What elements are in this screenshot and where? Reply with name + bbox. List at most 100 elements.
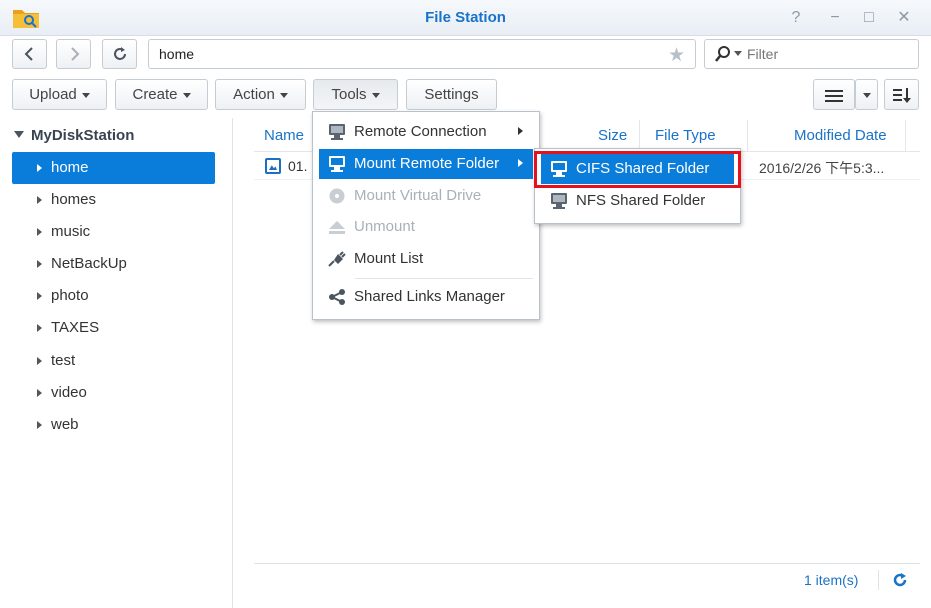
- collapse-triangle-icon[interactable]: [37, 228, 42, 236]
- sidebar-item-label: music: [51, 223, 91, 240]
- column-header-modified-date[interactable]: Modified Date: [748, 120, 906, 152]
- refresh-icon: [114, 47, 126, 60]
- list-view-icon: [825, 90, 843, 102]
- sidebar-item-photo[interactable]: photo: [12, 280, 215, 312]
- sort-button[interactable]: [884, 79, 919, 110]
- sidebar-item-music[interactable]: music: [12, 216, 215, 248]
- menu-item-unmount[interactable]: Unmount: [319, 212, 533, 242]
- column-size-label: Size: [598, 127, 628, 144]
- tree-root[interactable]: MyDiskStation: [14, 127, 134, 144]
- monitor-icon: [328, 156, 346, 172]
- collapse-triangle-icon[interactable]: [37, 292, 42, 300]
- path-text: home: [159, 46, 195, 62]
- sidebar-item-video[interactable]: video: [12, 377, 215, 409]
- column-modified-label: Modified Date: [794, 127, 887, 144]
- back-button[interactable]: [12, 39, 47, 69]
- sidebar-item-label: TAXES: [51, 319, 100, 336]
- minimize-button[interactable]: −: [825, 8, 845, 28]
- view-mode-dropdown[interactable]: [855, 79, 878, 110]
- menu-item-mount-remote-folder[interactable]: Mount Remote Folder: [319, 149, 533, 179]
- tools-menu: Remote Connection Mount Remote Folder Mo…: [312, 111, 540, 320]
- create-label: Create: [132, 86, 178, 103]
- collapse-triangle-icon[interactable]: [37, 357, 42, 365]
- status-divider: [878, 570, 879, 590]
- chevron-right-icon: [71, 47, 80, 61]
- sidebar-item-web[interactable]: web: [12, 409, 215, 441]
- file-modified-date: 2016/2/26 下午5:3...: [759, 160, 885, 176]
- collapse-triangle-icon[interactable]: [37, 196, 42, 204]
- column-header-name[interactable]: Name: [254, 120, 314, 152]
- sidebar-item-label: photo: [51, 287, 89, 304]
- caret-down-icon: [862, 92, 871, 98]
- menu-item-mount-list[interactable]: Mount List: [319, 244, 533, 274]
- menu-item-nfs-shared-folder[interactable]: NFS Shared Folder: [541, 186, 734, 216]
- status-bar: 1 item(s): [254, 563, 920, 595]
- expand-triangle-icon[interactable]: [14, 131, 24, 138]
- item-count: 1 item(s): [804, 572, 859, 588]
- maximize-icon: □: [864, 9, 874, 26]
- settings-button[interactable]: Settings: [406, 79, 497, 110]
- create-button[interactable]: Create: [115, 79, 208, 110]
- sidebar-item-test[interactable]: test: [12, 345, 215, 377]
- forward-button[interactable]: [56, 39, 91, 69]
- column-type-label: File Type: [655, 127, 716, 144]
- maximize-button[interactable]: □: [859, 8, 879, 28]
- menu-item-label: Mount List: [354, 250, 424, 267]
- help-icon: ?: [791, 9, 801, 26]
- disc-icon: [329, 188, 345, 204]
- caret-down-icon: [279, 92, 288, 98]
- sort-icon: [892, 88, 911, 103]
- menu-item-mount-virtual-drive[interactable]: Mount Virtual Drive: [319, 181, 533, 211]
- search-icon[interactable]: [714, 45, 732, 63]
- sidebar-item-netbackup[interactable]: NetBackUp: [12, 248, 215, 280]
- collapse-triangle-icon[interactable]: [37, 260, 42, 268]
- chevron-left-icon: [24, 47, 33, 61]
- menu-divider: [355, 278, 533, 279]
- tools-label: Tools: [331, 86, 367, 103]
- submenu-arrow-icon: [518, 127, 523, 135]
- sidebar-item-label: homes: [51, 191, 97, 208]
- refresh-icon[interactable]: [892, 572, 908, 588]
- collapse-triangle-icon[interactable]: [37, 421, 42, 429]
- menu-item-shared-links-manager[interactable]: Shared Links Manager: [319, 282, 533, 312]
- chevron-down-icon[interactable]: [734, 51, 742, 56]
- menu-item-label: Mount Remote Folder: [354, 155, 500, 172]
- view-mode-button[interactable]: [813, 79, 855, 110]
- share-icon: [329, 289, 345, 305]
- collapse-triangle-icon[interactable]: [37, 164, 42, 172]
- caret-down-icon: [81, 92, 90, 98]
- filter-input[interactable]: [747, 44, 907, 64]
- action-button[interactable]: Action: [215, 79, 306, 110]
- sidebar-item-label: test: [51, 352, 76, 369]
- path-input[interactable]: home ★: [148, 39, 696, 69]
- close-icon: ✕: [897, 9, 911, 26]
- sidebar-item-taxes[interactable]: TAXES: [12, 312, 215, 344]
- settings-label: Settings: [424, 86, 479, 103]
- action-label: Action: [233, 86, 275, 103]
- sidebar-item-label: home: [51, 159, 89, 176]
- collapse-triangle-icon[interactable]: [37, 389, 42, 397]
- column-name-label: Name: [264, 127, 305, 144]
- monitor-icon: [550, 193, 568, 209]
- upload-label: Upload: [29, 86, 77, 103]
- refresh-button[interactable]: [102, 39, 137, 69]
- plug-icon: [328, 251, 346, 267]
- sidebar: MyDiskStation home homes music NetBackUp…: [0, 118, 233, 608]
- caret-down-icon: [182, 92, 191, 98]
- sidebar-item-homes[interactable]: homes: [12, 184, 215, 216]
- file-name: 01.: [288, 158, 308, 174]
- menu-item-remote-connection[interactable]: Remote Connection: [319, 117, 533, 147]
- close-button[interactable]: ✕: [894, 8, 914, 28]
- sidebar-item-home[interactable]: home: [12, 152, 215, 184]
- minimize-icon: −: [830, 9, 840, 26]
- help-button[interactable]: ?: [786, 8, 806, 28]
- collapse-triangle-icon[interactable]: [37, 324, 42, 332]
- upload-button[interactable]: Upload: [12, 79, 107, 110]
- star-icon[interactable]: ★: [668, 44, 685, 67]
- filter-box[interactable]: [704, 39, 919, 69]
- caret-down-icon: [371, 92, 380, 98]
- menu-item-label: Shared Links Manager: [354, 288, 505, 305]
- menu-item-label: NFS Shared Folder: [576, 192, 706, 209]
- tools-button[interactable]: Tools: [313, 79, 398, 110]
- image-file-icon: [265, 158, 281, 174]
